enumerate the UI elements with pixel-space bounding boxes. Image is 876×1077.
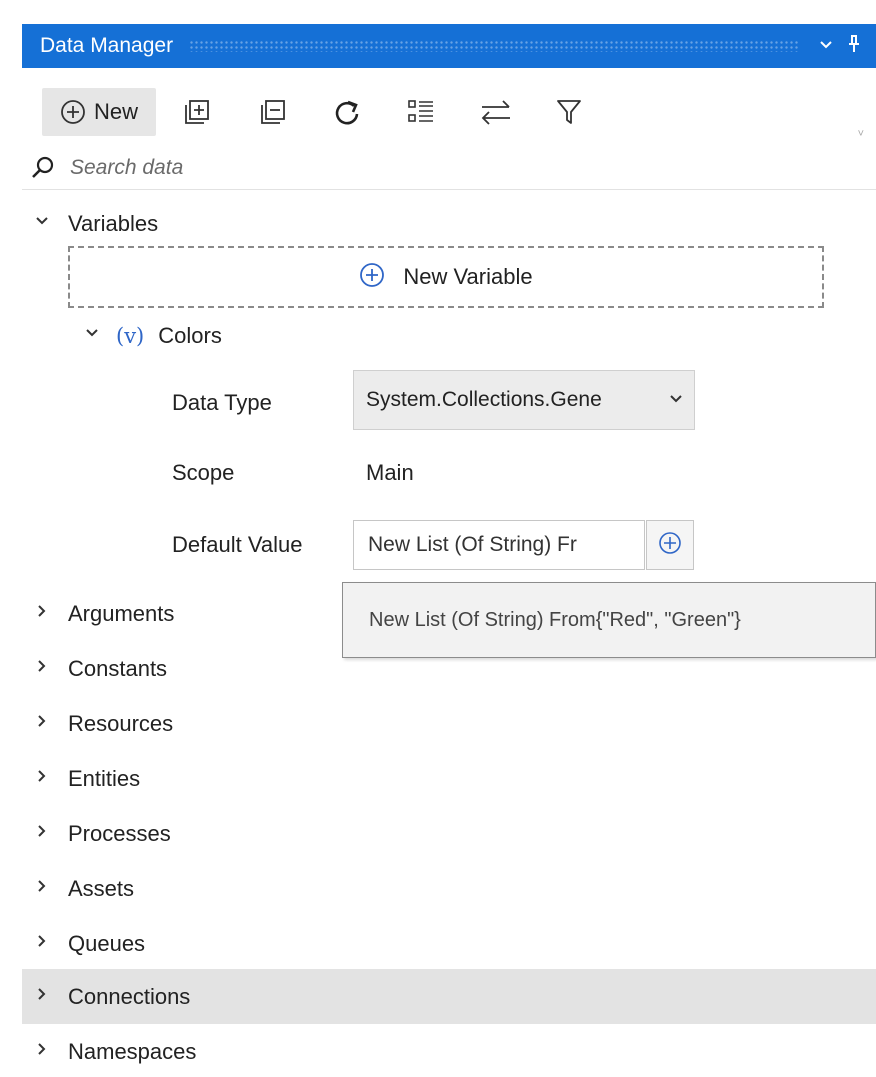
chevron-down-icon[interactable] xyxy=(80,325,104,347)
variable-icon: (v) xyxy=(116,323,145,348)
tree-item-label: Resources xyxy=(68,710,174,736)
tree-item-entities[interactable]: Entities xyxy=(22,751,876,806)
filter-icon xyxy=(555,97,583,127)
default-value-add-button[interactable] xyxy=(646,520,694,570)
scope-label: Scope xyxy=(172,460,235,485)
tree-item-connections[interactable]: Connections xyxy=(22,969,876,1024)
add-circle-icon xyxy=(658,531,682,560)
pin-icon[interactable] xyxy=(840,34,868,58)
tree-item-label: Processes xyxy=(68,820,171,846)
list-view-button[interactable] xyxy=(396,88,446,136)
expand-all-icon xyxy=(183,98,211,126)
expand-all-button[interactable] xyxy=(172,88,222,136)
collapse-all-icon xyxy=(259,98,287,126)
data-type-label: Data Type xyxy=(172,390,272,415)
chevron-right-icon[interactable] xyxy=(30,933,54,955)
chevron-right-icon[interactable] xyxy=(30,768,54,790)
tree-item-label: Arguments xyxy=(68,600,175,626)
list-view-icon xyxy=(406,97,436,127)
tree-item-label: Connections xyxy=(68,983,191,1009)
swap-button[interactable] xyxy=(468,88,524,136)
tree-item-label: Variables xyxy=(68,210,159,236)
search-input[interactable] xyxy=(70,155,770,180)
tree-item-namespaces[interactable]: Namespaces xyxy=(22,1024,876,1077)
tree-item-assets[interactable]: Assets xyxy=(22,861,876,916)
chevron-right-icon[interactable] xyxy=(30,1041,54,1063)
data-type-select[interactable]: System.Collections.Gene xyxy=(353,370,695,430)
tree-item-label: Constants xyxy=(68,655,168,681)
toolbar: New ˅ xyxy=(22,88,876,142)
tree-item-label: Namespaces xyxy=(68,1038,197,1064)
scope-value[interactable]: Main xyxy=(366,460,414,486)
filter-button[interactable] xyxy=(544,88,594,136)
chevron-right-icon[interactable] xyxy=(30,823,54,845)
chevron-down-icon[interactable] xyxy=(812,36,840,57)
default-value-text: New List (Of String) Fr xyxy=(368,533,577,556)
default-value-label: Default Value xyxy=(172,532,303,557)
new-button-label: New xyxy=(93,99,138,124)
tree-item-variables[interactable]: Variables xyxy=(22,196,876,251)
title-bar-grip[interactable] xyxy=(189,40,798,52)
refresh-icon xyxy=(332,97,362,127)
data-manager-panel: Data Manager New ˅ Search data Variables… xyxy=(22,24,876,1077)
tree-item-label: Entities xyxy=(68,765,141,791)
tree-item-label: Queues xyxy=(68,930,146,956)
title-bar: Data Manager xyxy=(22,24,876,68)
toolbar-overflow-icon[interactable]: ˅ xyxy=(858,128,864,140)
swap-icon xyxy=(479,97,513,127)
tree-item-resources[interactable]: Resources xyxy=(22,696,876,751)
chevron-down-icon xyxy=(668,389,684,413)
refresh-button[interactable] xyxy=(322,88,372,136)
search-bar xyxy=(22,146,876,190)
add-circle-icon xyxy=(60,99,86,125)
default-value-field[interactable]: New List (Of String) Fr xyxy=(353,520,645,570)
new-variable-label: New Variable xyxy=(403,264,533,289)
chevron-right-icon[interactable] xyxy=(30,713,54,735)
default-value-tooltip: New List (Of String) From{"Red", "Green"… xyxy=(342,582,876,658)
collapse-all-button[interactable] xyxy=(248,88,298,136)
add-circle-icon xyxy=(359,262,385,293)
panel-title: Data Manager xyxy=(40,34,174,57)
tree-item-label: Assets xyxy=(68,875,135,901)
variable-item-colors[interactable]: (v) Colors xyxy=(22,308,876,363)
search-icon xyxy=(30,155,56,181)
chevron-down-icon[interactable] xyxy=(30,213,54,235)
tree-item-queues[interactable]: Queues xyxy=(22,916,876,971)
chevron-right-icon[interactable] xyxy=(30,658,54,680)
chevron-right-icon[interactable] xyxy=(30,986,54,1008)
tree-item-processes[interactable]: Processes xyxy=(22,806,876,861)
new-variable-button[interactable]: New Variable xyxy=(68,246,824,308)
chevron-right-icon[interactable] xyxy=(30,603,54,625)
new-button[interactable]: New xyxy=(42,88,156,136)
data-type-value: System.Collections.Gene xyxy=(366,388,602,411)
variable-name: Colors xyxy=(158,322,222,348)
chevron-right-icon[interactable] xyxy=(30,878,54,900)
tooltip-text: New List (Of String) From{"Red", "Green"… xyxy=(369,608,741,631)
